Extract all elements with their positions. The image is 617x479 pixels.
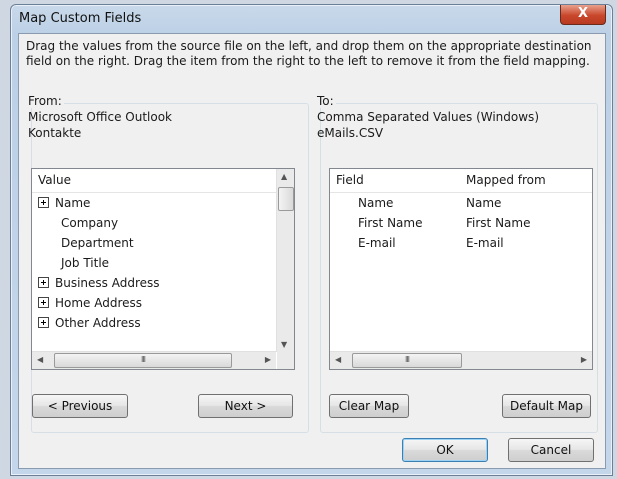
horizontal-scroll-thumb[interactable]: III [352,353,462,368]
mapping-source-cell[interactable]: Name [466,193,501,213]
mapping-field-cell[interactable]: E-mail [358,233,396,253]
mapped-from-column-header[interactable]: Mapped from [466,173,546,187]
list-item-label: Company [61,216,119,230]
mapping-source-cell[interactable]: E-mail [466,233,504,253]
scroll-left-icon[interactable]: ◀ [37,355,43,364]
scroll-right-icon[interactable]: ▶ [581,355,587,364]
source-app-label: Microsoft Office Outlook [28,110,172,124]
target-file-label: eMails.CSV [317,126,384,140]
to-caption: To: [315,94,336,108]
mapping-field-cell[interactable]: First Name [358,213,422,233]
expand-icon[interactable] [38,197,49,208]
grip-icon: III [140,355,146,364]
horizontal-scroll-thumb[interactable]: III [54,353,232,368]
close-icon: X [577,6,589,21]
scroll-right-icon[interactable]: ▶ [265,355,271,364]
scroll-left-icon[interactable]: ◀ [335,355,341,364]
source-vertical-scrollbar[interactable]: ▲ ▼ [276,169,294,352]
list-item-label: Business Address [55,276,160,290]
scroll-up-icon[interactable]: ▲ [281,172,287,181]
previous-button[interactable]: < Previous [32,394,128,418]
expand-icon[interactable] [38,317,49,328]
cancel-button[interactable]: Cancel [508,438,594,462]
list-item[interactable]: Department [61,233,134,253]
list-item[interactable]: Company [61,213,118,233]
close-button[interactable]: X [560,5,606,25]
mapping-field-cell[interactable]: Name [358,193,393,213]
list-item-label: Other Address [55,316,141,330]
vertical-scroll-thumb[interactable] [278,187,294,211]
field-column-header[interactable]: Field [336,173,364,187]
from-caption: From: [26,94,64,108]
map-custom-fields-dialog: Map Custom Fields X Drag the values from… [10,4,613,476]
source-values-list[interactable]: Value Name Company Department Job Title Busi… [31,168,295,370]
dialog-title: Map Custom Fields [19,11,142,26]
clear-map-button[interactable]: Clear Map [329,394,409,418]
next-button[interactable]: Next > [198,394,293,418]
to-group: To: Comma Separated Values (Windows) eMa… [315,94,598,433]
default-map-button[interactable]: Default Map [502,394,591,418]
list-item[interactable]: Other Address [38,313,141,333]
list-item-label: Name [55,196,91,210]
mapping-source-cell[interactable]: First Name [466,213,530,233]
expand-icon[interactable] [38,277,49,288]
mapping-header: Field Mapped from [330,169,592,193]
source-horizontal-scrollbar[interactable]: ◀ III ▶ [32,351,276,369]
expand-icon[interactable] [38,297,49,308]
dialog-body: Drag the values from the source file on … [18,33,606,469]
value-column-header[interactable]: Value [32,169,276,193]
list-item[interactable]: Home Address [38,293,142,313]
field-mapping-list[interactable]: Field Mapped from Name Name First Name Firs… [329,168,593,370]
list-item-label: Job Title [61,256,110,270]
scroll-corner [277,352,294,369]
target-format-label: Comma Separated Values (Windows) [317,110,539,124]
instructions-text: Drag the values from the source file on … [26,39,592,68]
list-item-label: Home Address [55,296,143,310]
title-bar[interactable]: Map Custom Fields X [11,5,612,33]
list-item[interactable]: Job Title [61,253,109,273]
list-item-label: Department [61,236,134,250]
list-item[interactable]: Business Address [38,273,160,293]
scroll-down-icon[interactable]: ▼ [281,340,287,349]
value-header-label: Value [38,173,71,187]
source-folder-label: Kontakte [28,126,82,140]
mapping-horizontal-scrollbar[interactable]: ◀ III ▶ [330,351,592,369]
ok-button[interactable]: OK [402,438,488,462]
grip-icon: III [404,355,410,364]
list-item[interactable]: Name [38,193,90,213]
from-group: From: Microsoft Office Outlook Kontakte … [26,94,309,433]
